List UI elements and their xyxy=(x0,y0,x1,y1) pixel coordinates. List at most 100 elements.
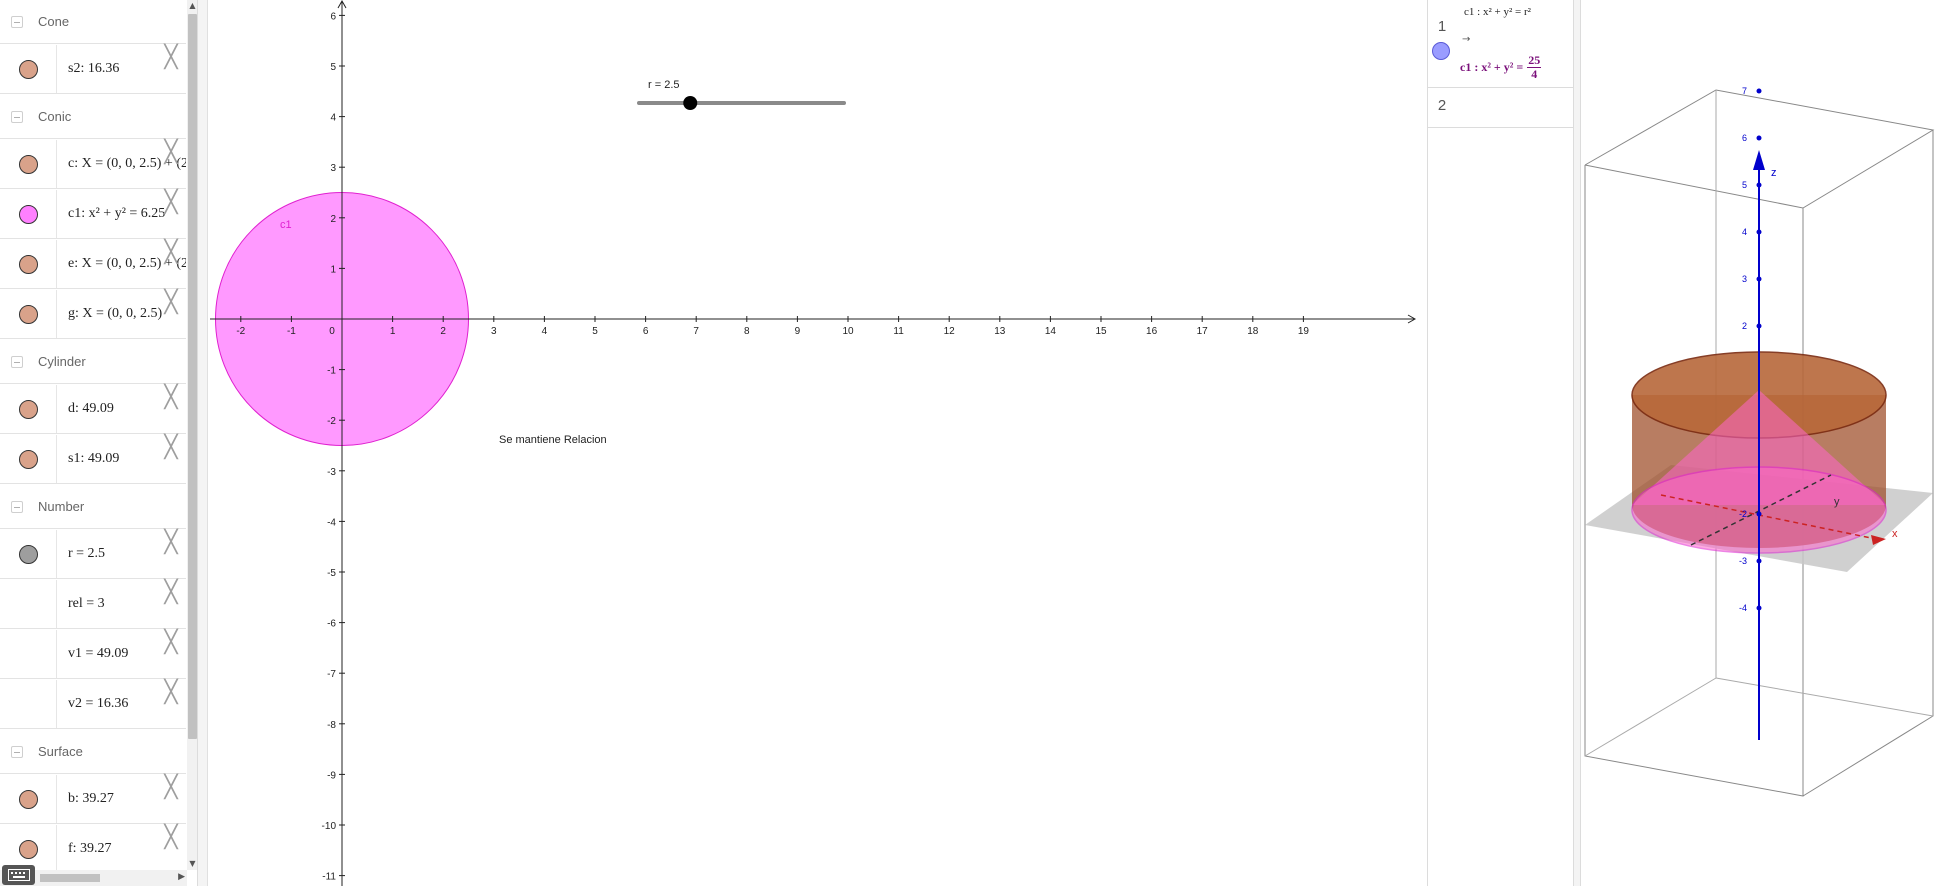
cas-visibility-marble[interactable] xyxy=(1432,42,1450,60)
visibility-marble[interactable] xyxy=(18,304,38,324)
scroll-right-icon[interactable]: ▶ xyxy=(178,872,185,882)
cas-input[interactable]: c1 : x² + y² = r² xyxy=(1464,6,1531,18)
collapse-group-button[interactable] xyxy=(11,745,23,758)
x-tick-label: 8 xyxy=(744,326,750,337)
delete-icon[interactable]: ╳ xyxy=(162,827,180,849)
z-tick xyxy=(1756,558,1762,564)
visibility-cell[interactable] xyxy=(0,775,57,823)
algebra-item[interactable]: v2 = 16.36 ╳ xyxy=(0,680,186,729)
algebra-item[interactable]: c1: x² + y² = 6.25 ╳ xyxy=(0,190,186,239)
slider-knob[interactable] xyxy=(683,96,698,110)
delete-icon[interactable]: ╳ xyxy=(162,532,180,554)
x-tick-label: 7 xyxy=(693,326,699,337)
scroll-up-icon[interactable]: ▲ xyxy=(187,0,197,12)
delete-icon[interactable]: ╳ xyxy=(162,142,180,164)
graphics-canvas[interactable]: c1-4-3-2-1012345678910111213141516171819… xyxy=(135,0,1419,886)
cas-row-1[interactable]: 1 c1 : x² + y² = r² → c1 : x² + y² = 25 … xyxy=(1428,0,1573,88)
slider-label: r = 2.5 xyxy=(648,79,680,91)
algebra-item[interactable]: c: X = (0, 0, 2.5) + (2.5; 0╳ xyxy=(0,140,186,189)
delete-icon[interactable]: ╳ xyxy=(162,47,180,69)
algebra-item[interactable]: s1: 49.09 ╳ xyxy=(0,435,186,484)
collapse-group-button[interactable] xyxy=(11,500,23,513)
visibility-marble[interactable] xyxy=(18,449,38,469)
y-tick-label: -7 xyxy=(327,669,336,680)
y-tick-label: -8 xyxy=(327,720,336,731)
visibility-cell[interactable] xyxy=(0,290,57,338)
x-tick-label: 12 xyxy=(944,326,956,337)
visibility-cell[interactable] xyxy=(0,630,57,678)
collapse-group-button[interactable] xyxy=(11,110,23,123)
visibility-marble[interactable] xyxy=(18,254,38,274)
delete-icon[interactable]: ╳ xyxy=(162,777,180,799)
visibility-cell[interactable] xyxy=(0,45,57,93)
x-tick-label: 10 xyxy=(842,326,854,337)
x-tick-label: 18 xyxy=(1247,326,1259,337)
x-tick-label: 14 xyxy=(1045,326,1057,337)
y-tick-label: 5 xyxy=(330,62,336,73)
scrollbar-thumb[interactable] xyxy=(188,14,197,739)
visibility-marble[interactable] xyxy=(18,789,38,809)
delete-icon[interactable]: ╳ xyxy=(162,582,180,604)
cas-row-number: 2 xyxy=(1437,97,1447,114)
algebra-group-header: Surface xyxy=(0,730,186,774)
algebra-item[interactable]: v1 = 49.09 ╳ xyxy=(0,630,186,679)
delete-icon[interactable]: ╳ xyxy=(162,682,180,704)
graphics-view[interactable]: c1-4-3-2-1012345678910111213141516171819… xyxy=(135,0,1419,886)
x-tick-label: 4 xyxy=(542,326,548,337)
cas-row-2[interactable]: 2 xyxy=(1428,88,1573,128)
delete-icon[interactable]: ╳ xyxy=(162,632,180,654)
z-tick xyxy=(1756,182,1762,188)
visibility-marble[interactable] xyxy=(18,59,38,79)
visibility-marble[interactable] xyxy=(18,154,38,174)
delete-icon[interactable]: ╳ xyxy=(162,437,180,459)
algebra-item[interactable]: g: X = (0, 0, 2.5) ╳ xyxy=(0,290,186,339)
algebra-item[interactable]: s2: 16.36 ╳ xyxy=(0,45,186,94)
z-tick xyxy=(1756,229,1762,235)
y-tick-label: -11 xyxy=(322,872,336,883)
visibility-cell[interactable] xyxy=(0,190,57,238)
visibility-marble[interactable] xyxy=(18,839,38,859)
scroll-down-icon[interactable]: ▼ xyxy=(187,858,197,870)
y-tick-label: -1 xyxy=(327,366,336,377)
delete-icon[interactable]: ╳ xyxy=(162,292,180,314)
collapse-group-button[interactable] xyxy=(11,15,23,28)
algebra-item[interactable]: d: 49.09 ╳ xyxy=(0,385,186,434)
visibility-cell[interactable] xyxy=(0,435,57,483)
delete-icon[interactable]: ╳ xyxy=(162,387,180,409)
visibility-cell[interactable] xyxy=(0,385,57,433)
x-tick-label: 5 xyxy=(592,326,598,337)
y-tick-label: -4 xyxy=(327,517,336,528)
algebra-group-label: Surface xyxy=(38,744,83,759)
x-axis-label: x xyxy=(1892,528,1898,540)
delete-icon[interactable]: ╳ xyxy=(162,242,180,264)
x-tick-label: 19 xyxy=(1298,326,1310,337)
algebra-item[interactable]: e: X = (0, 0, 2.5) + (2.5; 0╳ xyxy=(0,240,186,289)
visibility-cell[interactable] xyxy=(0,240,57,288)
panel-divider[interactable] xyxy=(198,0,208,886)
delete-icon[interactable]: ╳ xyxy=(162,192,180,214)
algebra-item[interactable]: b: 39.27 ╳ xyxy=(0,775,186,824)
x-tick-label: 15 xyxy=(1095,326,1107,337)
y-tick-label: 6 xyxy=(330,11,336,22)
visibility-cell[interactable] xyxy=(0,530,57,578)
graphics-3d-view[interactable]: x y z 7 6 5 4 3 2 -2 -3 -4 xyxy=(1580,0,1936,886)
visibility-marble[interactable] xyxy=(18,544,38,564)
scrollbar-thumb[interactable] xyxy=(40,874,100,882)
z-tick-label: 5 xyxy=(1742,180,1747,190)
algebra-item[interactable]: rel = 3 ╳ xyxy=(0,580,186,629)
algebra-group-label: Conic xyxy=(38,109,72,124)
z-tick xyxy=(1756,276,1762,282)
graphics-3d-canvas[interactable]: x y z 7 6 5 4 3 2 -2 -3 -4 xyxy=(1581,0,1936,886)
vertical-scrollbar[interactable]: ▲ ▼ xyxy=(187,0,197,870)
visibility-cell[interactable] xyxy=(0,580,57,628)
visibility-cell[interactable] xyxy=(0,140,57,188)
algebra-group-header: Conic xyxy=(0,95,186,139)
x-tick-label: 3 xyxy=(491,326,497,337)
visibility-cell[interactable] xyxy=(0,680,57,728)
y-tick-label: -5 xyxy=(327,568,336,579)
visibility-marble[interactable] xyxy=(18,204,38,224)
visibility-marble[interactable] xyxy=(18,399,38,419)
collapse-group-button[interactable] xyxy=(11,355,23,368)
keyboard-icon[interactable] xyxy=(2,865,35,885)
algebra-item[interactable]: r = 2.5 ╳ xyxy=(0,530,186,579)
